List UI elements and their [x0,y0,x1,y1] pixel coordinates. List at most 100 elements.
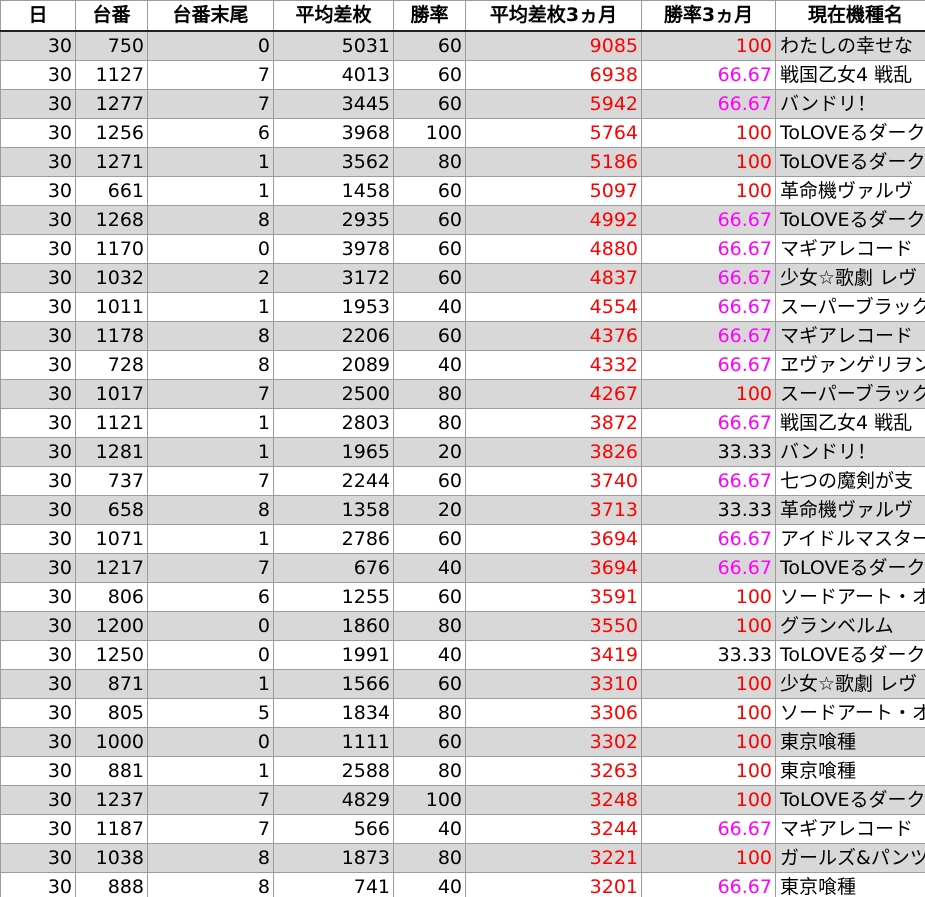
cell-current-model[interactable]: マギアレコード [775,321,925,351]
cell-avg-diff[interactable]: 1358 [273,495,394,525]
cell-avg-diff[interactable]: 1834 [273,698,394,728]
cell-machine-number[interactable]: 1178 [75,321,148,351]
cell-current-model[interactable]: ToLOVEるダーク [775,553,925,583]
cell-avg-diff-3m[interactable]: 4554 [465,292,642,322]
cell-last-digit[interactable]: 0 [147,30,274,61]
cell-win-rate-3m[interactable]: 100 [641,379,776,409]
cell-last-digit[interactable]: 0 [147,234,274,264]
cell-current-model[interactable]: 少女☆歌劇 レヴ [775,669,925,699]
cell-machine-number[interactable]: 658 [75,495,148,525]
cell-avg-diff-3m[interactable]: 3306 [465,698,642,728]
cell-win-rate-3m[interactable]: 33.33 [641,495,776,525]
cell-current-model[interactable]: ガールズ&パンツ [775,843,925,873]
cell-machine-number[interactable]: 1268 [75,205,148,235]
cell-current-model[interactable]: 東京喰種 [775,872,925,897]
cell-machine-number[interactable]: 1277 [75,89,148,119]
cell-avg-diff-3m[interactable]: 3826 [465,437,642,467]
header-avg-diff-3m[interactable]: 平均差枚3ヵ月 [465,0,642,32]
cell-win-rate-3m[interactable]: 100 [641,669,776,699]
cell-day[interactable]: 30 [0,466,76,496]
cell-avg-diff-3m[interactable]: 5186 [465,147,642,177]
cell-last-digit[interactable]: 1 [147,176,274,206]
cell-win-rate[interactable]: 60 [393,89,466,119]
cell-avg-diff[interactable]: 1566 [273,669,394,699]
cell-last-digit[interactable]: 7 [147,60,274,90]
cell-win-rate-3m[interactable]: 100 [641,30,776,61]
cell-machine-number[interactable]: 881 [75,756,148,786]
cell-avg-diff-3m[interactable]: 4837 [465,263,642,293]
cell-avg-diff[interactable]: 1111 [273,727,394,757]
cell-avg-diff[interactable]: 3978 [273,234,394,264]
cell-current-model[interactable]: ソードアート・オ [775,582,925,612]
cell-last-digit[interactable]: 1 [147,147,274,177]
cell-machine-number[interactable]: 1281 [75,437,148,467]
cell-current-model[interactable]: バンドリ！ [775,89,925,119]
cell-last-digit[interactable]: 2 [147,263,274,293]
cell-win-rate[interactable]: 60 [393,321,466,351]
cell-win-rate[interactable]: 40 [393,640,466,670]
cell-day[interactable]: 30 [0,495,76,525]
cell-day[interactable]: 30 [0,234,76,264]
cell-avg-diff-3m[interactable]: 5764 [465,118,642,148]
cell-current-model[interactable]: 七つの魔剣が支 [775,466,925,496]
cell-avg-diff-3m[interactable]: 3872 [465,408,642,438]
cell-last-digit[interactable]: 8 [147,872,274,897]
cell-win-rate-3m[interactable]: 66.67 [641,292,776,322]
cell-avg-diff-3m[interactable]: 3550 [465,611,642,641]
cell-day[interactable]: 30 [0,553,76,583]
cell-current-model[interactable]: スーパーブラック [775,379,925,409]
cell-day[interactable]: 30 [0,176,76,206]
cell-machine-number[interactable]: 661 [75,176,148,206]
cell-day[interactable]: 30 [0,205,76,235]
cell-current-model[interactable]: 戦国乙女4 戦乱 [775,60,925,90]
cell-win-rate-3m[interactable]: 66.67 [641,350,776,380]
cell-current-model[interactable]: アイドルマスター [775,524,925,554]
cell-avg-diff[interactable]: 1255 [273,582,394,612]
cell-current-model[interactable]: ToLOVEるダーク [775,118,925,148]
cell-current-model[interactable]: 革命機ヴァルヴ [775,176,925,206]
cell-current-model[interactable]: マギアレコード [775,234,925,264]
cell-machine-number[interactable]: 1127 [75,60,148,90]
cell-win-rate-3m[interactable]: 66.67 [641,408,776,438]
cell-last-digit[interactable]: 7 [147,89,274,119]
cell-machine-number[interactable]: 1170 [75,234,148,264]
cell-current-model[interactable]: バンドリ！ [775,437,925,467]
cell-current-model[interactable]: わたしの幸せな [775,30,925,61]
cell-machine-number[interactable]: 1187 [75,814,148,844]
cell-win-rate-3m[interactable]: 66.67 [641,60,776,90]
cell-avg-diff[interactable]: 2206 [273,321,394,351]
cell-machine-number[interactable]: 1038 [75,843,148,873]
cell-avg-diff[interactable]: 2803 [273,408,394,438]
cell-win-rate[interactable]: 80 [393,756,466,786]
cell-win-rate-3m[interactable]: 66.67 [641,263,776,293]
cell-win-rate[interactable]: 40 [393,814,466,844]
cell-last-digit[interactable]: 7 [147,814,274,844]
cell-day[interactable]: 30 [0,350,76,380]
cell-machine-number[interactable]: 805 [75,698,148,728]
header-current-model[interactable]: 現在機種名 [775,0,925,32]
cell-avg-diff[interactable]: 1458 [273,176,394,206]
cell-avg-diff[interactable]: 2786 [273,524,394,554]
cell-current-model[interactable]: グランベルム [775,611,925,641]
cell-win-rate-3m[interactable]: 66.67 [641,814,776,844]
cell-day[interactable]: 30 [0,60,76,90]
cell-win-rate[interactable]: 60 [393,234,466,264]
cell-avg-diff-3m[interactable]: 4880 [465,234,642,264]
cell-avg-diff[interactable]: 2588 [273,756,394,786]
cell-win-rate[interactable]: 60 [393,60,466,90]
cell-avg-diff-3m[interactable]: 3591 [465,582,642,612]
cell-win-rate[interactable]: 80 [393,408,466,438]
cell-machine-number[interactable]: 1121 [75,408,148,438]
cell-day[interactable]: 30 [0,118,76,148]
cell-avg-diff-3m[interactable]: 5097 [465,176,642,206]
header-machine-number-last-digit[interactable]: 台番末尾 [147,0,274,32]
cell-machine-number[interactable]: 1237 [75,785,148,815]
cell-avg-diff-3m[interactable]: 4376 [465,321,642,351]
cell-last-digit[interactable]: 7 [147,785,274,815]
cell-current-model[interactable]: 少女☆歌劇 レヴ [775,263,925,293]
cell-win-rate-3m[interactable]: 33.33 [641,640,776,670]
header-day[interactable]: 日 [0,0,76,32]
cell-win-rate-3m[interactable]: 100 [641,785,776,815]
cell-avg-diff[interactable]: 2935 [273,205,394,235]
cell-day[interactable]: 30 [0,669,76,699]
